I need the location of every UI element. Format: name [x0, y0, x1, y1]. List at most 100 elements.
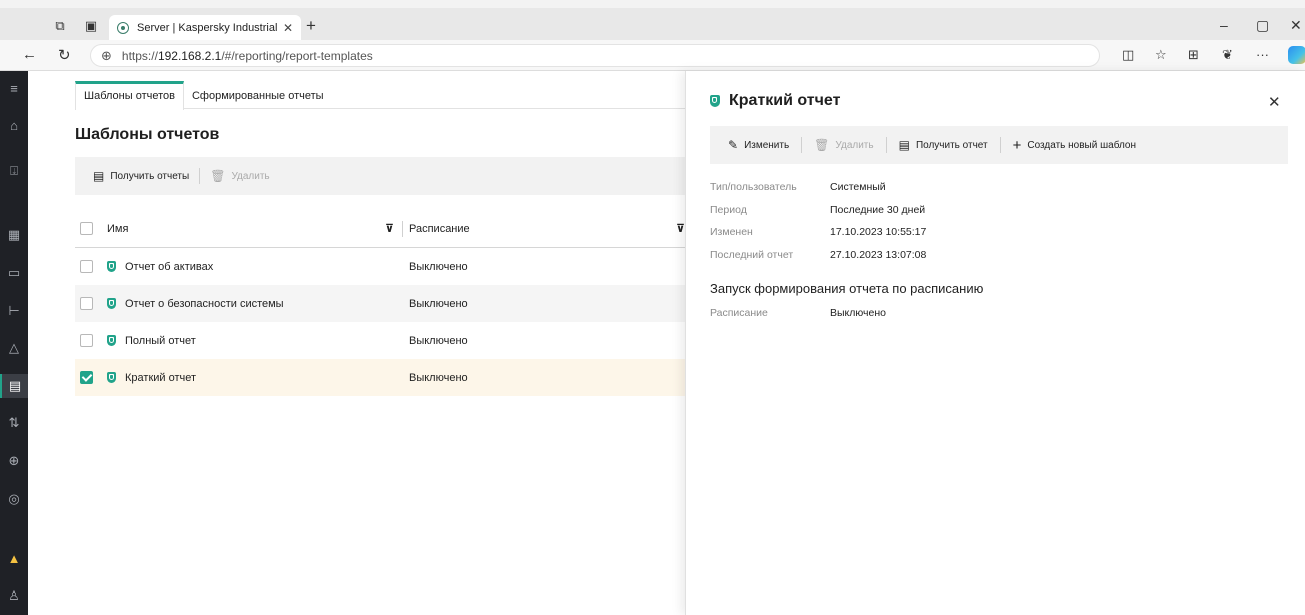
- main-toolbar: ▤ Получить отчеты 🗑 Удалить: [75, 157, 685, 195]
- alert-icon[interactable]: △: [0, 336, 28, 360]
- get-report-label: Получить отчет: [915, 139, 988, 151]
- report-properties: Тип/пользователь Системный Период Послед…: [710, 176, 926, 266]
- reader-mode-icon[interactable]: ◫: [1122, 47, 1134, 63]
- property-row: Расписание Выключено: [710, 302, 886, 325]
- row-checkbox[interactable]: [80, 371, 93, 384]
- row-name: Краткий отчет: [125, 371, 197, 384]
- get-reports-button[interactable]: ▤ Получить отчеты: [93, 169, 189, 183]
- close-window-button[interactable]: ✕: [1290, 17, 1302, 34]
- create-template-button[interactable]: + Создать новый шаблон: [1013, 137, 1136, 154]
- tab-report-templates[interactable]: Шаблоны отчетов: [75, 81, 184, 110]
- grid-icon[interactable]: ▦: [0, 223, 28, 247]
- get-reports-label: Получить отчеты: [110, 170, 190, 182]
- download-icon[interactable]: ⍗: [0, 159, 28, 183]
- shield-icon: [107, 298, 116, 309]
- new-tab-button[interactable]: +: [306, 17, 316, 34]
- property-row: Последний отчет 27.10.2023 13:07:08: [710, 244, 926, 267]
- tab-close-icon[interactable]: ✕: [283, 21, 293, 35]
- back-arrow-icon[interactable]: ←: [22, 46, 37, 63]
- toolbar-divider: [999, 137, 1001, 153]
- filter-icon[interactable]: ⊽: [385, 222, 394, 235]
- panel-toolbar: ✎ Изменить 🗑 Удалить ▤ Получить отчет + …: [710, 126, 1288, 164]
- row-checkbox[interactable]: [80, 297, 93, 310]
- browser-tab-title: Server | Kaspersky Industrial Cyb: [137, 21, 277, 34]
- row-checkbox[interactable]: [80, 334, 93, 347]
- copilot-icon[interactable]: [1288, 46, 1305, 64]
- tree-icon[interactable]: ⊢: [0, 299, 28, 323]
- filters-icon[interactable]: ⇅: [0, 411, 28, 435]
- delete-button[interactable]: 🗑 Удалить: [814, 138, 873, 152]
- site-info-icon[interactable]: ⊕: [101, 48, 112, 64]
- kaspersky-favicon-icon: [117, 21, 129, 34]
- workspaces-icon[interactable]: ⧉: [52, 18, 68, 34]
- browser-tab[interactable]: Server | Kaspersky Industrial Cyb ✕: [109, 15, 301, 40]
- devices-icon[interactable]: ▭: [0, 261, 28, 285]
- property-label: Тип/пользователь: [710, 181, 797, 194]
- more-menu-icon[interactable]: ···: [1256, 47, 1269, 62]
- main-content: Шаблоны отчетов Сформированные отчеты Ша…: [28, 71, 685, 615]
- row-checkbox[interactable]: [80, 260, 93, 273]
- edit-button[interactable]: ✎ Изменить: [728, 138, 789, 152]
- table-row[interactable]: Полный отчет Выключено: [75, 322, 685, 359]
- url-host: 192.168.2.1: [157, 48, 222, 63]
- panel-title-text: Краткий отчет: [729, 92, 841, 109]
- row-name: Отчет об активах: [125, 260, 214, 273]
- trash-icon: 🗑: [814, 138, 830, 152]
- delete-button[interactable]: 🗑 Удалить: [210, 169, 269, 183]
- row-name-cell: Отчет о безопасности системы: [93, 298, 403, 310]
- target-icon[interactable]: ◎: [0, 487, 28, 511]
- property-label: Последний отчет: [710, 248, 794, 261]
- close-icon[interactable]: ✕: [1268, 93, 1281, 111]
- name-column-label: Имя: [107, 222, 129, 235]
- property-value: 27.10.2023 13:07:08: [830, 248, 927, 261]
- bell-icon[interactable]: ⌂: [0, 114, 28, 138]
- globe-icon[interactable]: ⊕: [0, 449, 28, 473]
- warning-icon[interactable]: ▲: [0, 547, 28, 571]
- toolbar-divider: [801, 137, 803, 153]
- table-row[interactable]: Отчет об активах Выключено: [75, 248, 685, 285]
- property-label: Расписание: [710, 307, 768, 320]
- pencil-icon: ✎: [728, 138, 739, 152]
- collections-icon[interactable]: ⊞: [1188, 47, 1199, 63]
- property-value: Системный: [830, 181, 886, 194]
- table-row[interactable]: Отчет о безопасности системы Выключено: [75, 285, 685, 322]
- schedule-column-header[interactable]: Расписание ⊽: [403, 222, 685, 236]
- maximize-button[interactable]: ▢: [1256, 17, 1269, 34]
- schedule-column-label: Расписание: [409, 222, 470, 235]
- url-input[interactable]: ⊕ https://192.168.2.1/#/reporting/report…: [90, 44, 1100, 67]
- url-prefix: https://: [121, 48, 158, 63]
- property-value: Последние 30 дней: [830, 203, 926, 216]
- plus-icon: +: [1012, 136, 1022, 154]
- row-name-cell: Полный отчет: [93, 335, 403, 347]
- get-report-button[interactable]: ▤ Получить отчет: [899, 138, 988, 152]
- minimize-button[interactable]: –: [1220, 17, 1228, 33]
- shield-icon: [107, 372, 116, 383]
- content-tabs: Шаблоны отчетов Сформированные отчеты: [75, 81, 685, 110]
- table-header: Имя ⊽ Расписание ⊽: [75, 210, 685, 248]
- tab-generated-reports[interactable]: Сформированные отчеты: [184, 81, 332, 109]
- tab-actions-icon[interactable]: ▣: [83, 18, 99, 34]
- favorites-icon[interactable]: ☆: [1155, 47, 1167, 63]
- row-name: Полный отчет: [125, 334, 196, 347]
- table-row[interactable]: Краткий отчет Выключено: [75, 359, 685, 396]
- filter-icon[interactable]: ⊽: [676, 222, 685, 235]
- row-schedule-cell: Выключено: [409, 260, 468, 273]
- url-path: /#/reporting/report-templates: [221, 48, 373, 63]
- address-bar-row: ← ↻ ⊕ https://192.168.2.1/#/reporting/re…: [0, 40, 1305, 71]
- panel-title: Краткий отчет: [710, 92, 840, 110]
- menu-icon[interactable]: ≡: [0, 77, 28, 101]
- select-all-checkbox[interactable]: [80, 222, 93, 235]
- schedule-section-title: Запуск формирования отчета по расписанию: [710, 281, 984, 296]
- toolbar-divider: [199, 168, 201, 184]
- user-icon[interactable]: ♙: [0, 584, 28, 608]
- reports-icon[interactable]: ▤: [0, 374, 28, 398]
- row-name-cell: Отчет об активах: [93, 261, 403, 273]
- refresh-icon[interactable]: ↻: [58, 46, 71, 64]
- name-column-header[interactable]: Имя ⊽: [93, 220, 403, 237]
- row-schedule-cell: Выключено: [409, 297, 468, 310]
- extensions-icon[interactable]: ❦: [1222, 47, 1233, 63]
- browser-titlebar: ⧉ ▣ Server | Kaspersky Industrial Cyb ✕ …: [0, 0, 1305, 40]
- shield-icon: [107, 261, 116, 272]
- property-label: Изменен: [710, 226, 753, 239]
- row-schedule-cell: Выключено: [409, 334, 468, 347]
